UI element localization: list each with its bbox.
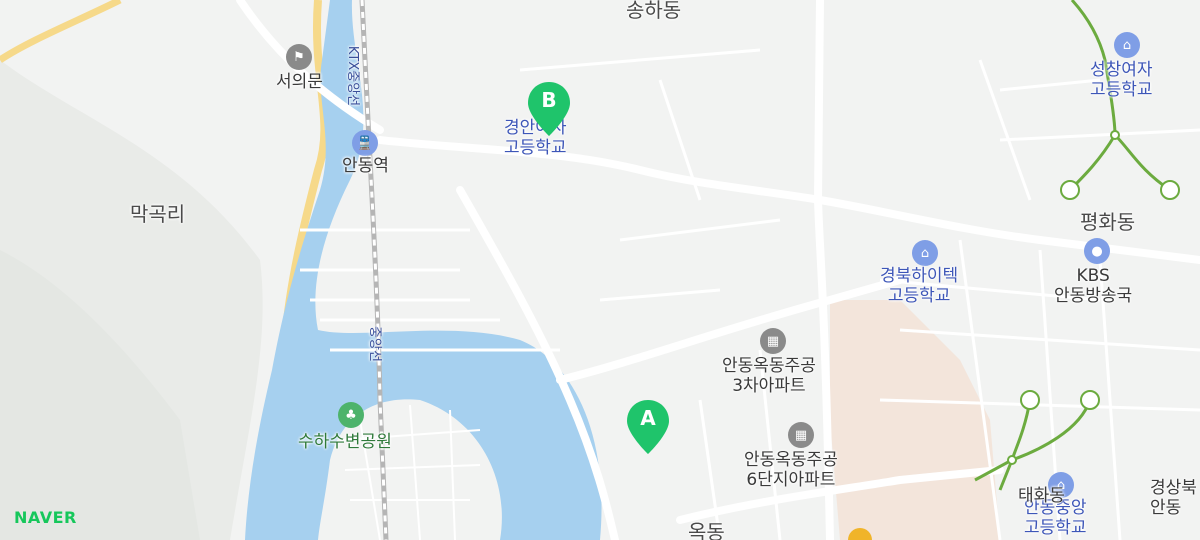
district-label-pyeonghwa: 평화동 bbox=[1080, 210, 1136, 234]
poi-label-gyeongsangbuk-partial: 경상북 안동 bbox=[1150, 478, 1197, 518]
park-icon[interactable]: ♣ bbox=[338, 402, 364, 428]
poi-label-suha-riverside-park[interactable]: 수하수변공원 bbox=[298, 432, 392, 452]
broadcast-icon[interactable]: ● bbox=[1084, 238, 1110, 264]
apartment-icon[interactable]: ▦ bbox=[788, 422, 814, 448]
landmark-icon[interactable]: ⚑ bbox=[286, 44, 312, 70]
map-view[interactable]: 송하동 막곡리 평화동 옥동 ⚑ 서의문 🚆 안동역 경안여자 고등학교 ⌂ 성… bbox=[0, 0, 1200, 540]
district-label-ok: 옥동 bbox=[688, 520, 725, 540]
train-station-icon[interactable]: 🚆 bbox=[352, 130, 378, 156]
poi-label-seongchang-girls-hs[interactable]: 성창여자 고등학교 bbox=[1090, 60, 1153, 100]
marker-letter: B bbox=[541, 88, 557, 112]
school-icon[interactable]: ⌂ bbox=[912, 240, 938, 266]
marker-letter: A bbox=[640, 406, 656, 430]
district-label-taehwa-partial: 태화동 bbox=[1018, 486, 1065, 506]
poi-label-okdong-jugong-6[interactable]: 안동옥동주공 6단지아파트 bbox=[744, 450, 838, 490]
poi-label-gyeongbuk-hitech-hs[interactable]: 경북하이텍 고등학교 bbox=[880, 266, 958, 306]
school-icon[interactable]: ⌂ bbox=[1114, 32, 1140, 58]
poi-label-seouimun[interactable]: 서의문 bbox=[276, 72, 323, 92]
poi-label-okdong-jugong-3[interactable]: 안동옥동주공 3차아파트 bbox=[722, 356, 816, 396]
poi-label-andong-station[interactable]: 안동역 bbox=[342, 156, 389, 176]
district-label-makgok: 막곡리 bbox=[130, 202, 186, 226]
poi-label-kbs-andong[interactable]: KBS 안동방송국 bbox=[1054, 266, 1132, 306]
rail-label-ktx-jungang: KTX중앙선 bbox=[345, 45, 361, 107]
district-label-songha: 송하동 bbox=[626, 0, 682, 22]
map-base bbox=[0, 0, 1200, 540]
map-marker-b[interactable]: B bbox=[526, 80, 572, 138]
map-marker-a[interactable]: A bbox=[625, 398, 671, 456]
naver-logo[interactable]: NAVER bbox=[14, 508, 77, 527]
apartment-icon[interactable]: ▦ bbox=[760, 328, 786, 354]
rail-label-jungang: 중앙선 bbox=[366, 326, 382, 362]
